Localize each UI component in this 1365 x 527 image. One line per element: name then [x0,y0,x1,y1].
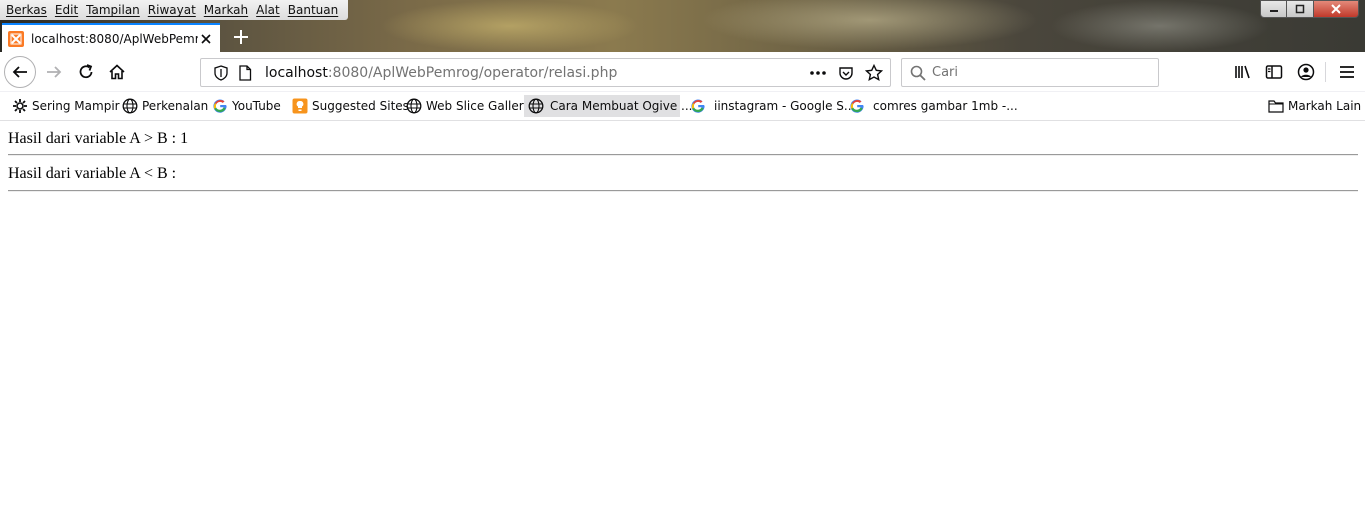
arrow-left-icon [12,66,27,78]
horizontal-rule [8,190,1358,192]
bookmark-label: iinstagram - Google S... [714,99,856,113]
bookmark-label: Web Slice Gallery [426,99,531,113]
gear-icon [12,98,28,114]
search-bar[interactable] [901,58,1159,87]
sidebar-button[interactable] [1262,60,1286,84]
google-icon [212,98,228,114]
url-path: :8080/AplWebPemrog/operator/relasi.php [327,64,618,81]
tab-title: localhost:8080/AplWebPemrog [31,31,198,46]
page-actions-icon[interactable] [808,63,828,83]
menu-bantuan[interactable]: Bantuan [286,3,344,17]
bookmark-label: Suggested Sites [312,99,409,113]
library-icon [1235,65,1250,79]
pocket-icon[interactable] [836,63,856,83]
globe-icon [406,98,422,114]
reload-icon [79,64,93,79]
google-icon [690,98,706,114]
folder-icon [1268,98,1284,114]
menu-tampilan[interactable]: Tampilan [84,3,146,17]
bookmark-perkenalan[interactable]: Perkenalan [118,95,212,117]
close-icon [1331,4,1341,14]
sidebar-icon [1265,65,1283,79]
menu-markah[interactable]: Markah [202,3,254,17]
toolbar-separator [1325,62,1326,82]
open-menu-button[interactable] [1335,60,1359,84]
window-controls [1260,0,1359,18]
bookmark-label: YouTube [232,99,281,113]
bookmark-other-folder[interactable]: Markah Lain [1264,95,1365,117]
url-host: localhost [265,64,328,81]
hamburger-icon [1340,66,1354,78]
account-icon [1297,63,1315,81]
maximize-icon [1295,4,1305,14]
account-button[interactable] [1294,60,1318,84]
tab-active[interactable]: localhost:8080/AplWebPemrog [2,23,220,52]
google-icon [849,98,865,114]
bookmark-web-slice-gallery[interactable]: Web Slice Gallery [402,95,535,117]
close-icon [201,33,211,44]
star-icon[interactable] [864,63,884,83]
url-text[interactable]: localhost:8080/AplWebPemrog/operator/rel… [265,65,804,81]
library-button[interactable] [1231,60,1255,84]
menu-alat[interactable]: Alat [254,3,286,17]
bookmark-cara-membuat-ogive[interactable]: Cara Membuat Ogive ... [524,95,693,117]
bookmark-label: comres gambar 1mb -... [873,99,1018,113]
bookmark-label: Markah Lain [1288,99,1362,113]
arrow-right-icon [47,66,62,78]
bookmark-comres-gambar[interactable]: comres gambar 1mb -... [845,95,1022,117]
tab-close-button[interactable] [198,31,214,47]
result-a-less-b: Hasil dari variable A < B : [8,165,177,182]
minimize-button[interactable] [1260,0,1287,18]
search-icon [910,65,926,81]
page-content: Hasil dari variable A > B : 1 Hasil dari… [0,121,1365,527]
minimize-icon [1269,10,1278,12]
home-button[interactable] [101,56,133,88]
bookmark-suggested-sites[interactable]: Suggested Sites [288,95,413,117]
xampp-favicon-icon [8,30,24,47]
maximize-button[interactable] [1287,0,1314,18]
result-a-greater-b: Hasil dari variable A > B : 1 [8,130,189,147]
horizontal-rule [8,154,1358,156]
bookmark-sering-mampir[interactable]: Sering Mampir [8,95,124,117]
bookmarks-toolbar: Sering Mampir Perkenalan YouTube Suggest… [0,92,1365,121]
page-icon[interactable] [235,63,255,83]
forward-button[interactable] [38,56,70,88]
bookmark-label: Cara Membuat Ogive ... [550,99,693,113]
home-icon [109,64,125,80]
back-button[interactable] [4,56,36,88]
globe-icon [528,98,544,114]
close-window-button[interactable] [1314,0,1359,18]
shield-icon[interactable] [211,63,231,83]
navigation-toolbar: localhost:8080/AplWebPemrog/operator/rel… [0,52,1365,92]
globe-icon [122,98,138,114]
menu-bar: Berkas Edit Tampilan Riwayat Markah Alat… [0,0,349,20]
bookmark-youtube[interactable]: YouTube [208,95,285,117]
menu-edit[interactable]: Edit [53,3,84,17]
menu-berkas[interactable]: Berkas [4,3,53,17]
bookmark-label: Sering Mampir [32,99,120,113]
bookmark-label: Perkenalan [142,99,209,113]
reload-button[interactable] [70,56,102,88]
menu-riwayat[interactable]: Riwayat [146,3,202,17]
plus-icon [234,30,248,44]
search-input[interactable] [932,65,1132,80]
new-tab-button[interactable] [230,26,252,48]
suggested-icon [292,98,308,114]
url-bar[interactable]: localhost:8080/AplWebPemrog/operator/rel… [200,58,891,87]
bookmark-instagram-google[interactable]: iinstagram - Google S... [686,95,859,117]
